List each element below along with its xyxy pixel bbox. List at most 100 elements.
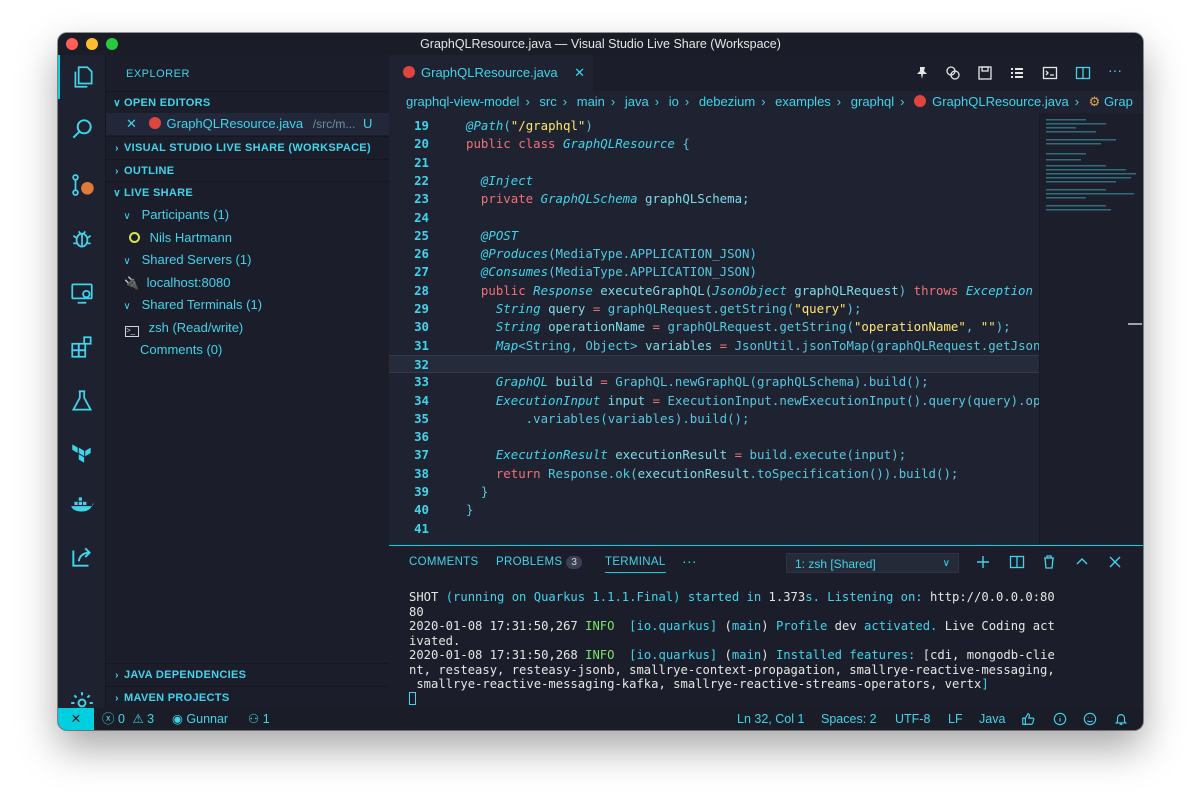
shared-servers-group[interactable]: ∨ Shared Servers (1)	[106, 249, 389, 271]
code-line[interactable]: 37 ExecutionResult executionResult = bui…	[389, 446, 1039, 464]
breadcrumb-item[interactable]: src	[539, 94, 556, 109]
files-icon[interactable]	[58, 55, 106, 99]
shared-server-item[interactable]: 🔌 localhost:8080	[106, 272, 389, 294]
breadcrumb: graphql-view-model › src › main › java › io ›…	[389, 91, 1143, 113]
trash-icon[interactable]	[1041, 554, 1057, 570]
java-dependencies-header[interactable]: › JAVA DEPENDENCIES	[106, 663, 389, 685]
thumbs-up-icon[interactable]	[1021, 712, 1035, 726]
code-line[interactable]: 25 @POST	[389, 227, 1039, 245]
workspace-header[interactable]: › VISUAL STUDIO LIVE SHARE (WORKSPACE)	[106, 136, 389, 158]
tab-terminal[interactable]: TERMINAL	[605, 556, 666, 573]
terminal-output[interactable]: SHOT (running on Quarkus 1.1.1.Final) st…	[409, 590, 1055, 706]
code-line[interactable]: 23 private GraphQLSchema graphQLSchema;	[389, 190, 1039, 208]
editor-tab[interactable]: GraphQLResource.java ✕	[389, 55, 593, 91]
participants-group[interactable]: ∨ Participants (1)	[106, 204, 389, 226]
breadcrumb-item[interactable]: Grap	[1104, 94, 1133, 109]
breadcrumb-item[interactable]: GraphQLResource.java	[932, 94, 1069, 109]
encoding[interactable]: UTF-8	[895, 708, 930, 730]
indentation[interactable]: Spaces: 2	[821, 708, 877, 730]
java-file-icon	[403, 66, 415, 78]
comments-item[interactable]: Comments (0)	[106, 339, 389, 361]
breadcrumb-item[interactable]: java	[625, 94, 649, 109]
cursor-position[interactable]: Ln 32, Col 1	[737, 708, 804, 730]
code-line[interactable]: 36	[389, 428, 1039, 446]
debug-icon[interactable]	[58, 217, 106, 261]
search-icon[interactable]	[58, 107, 106, 151]
shared-terminal-item[interactable]: >_ zsh (Read/write)	[106, 317, 389, 339]
breadcrumb-item[interactable]: examples	[775, 94, 831, 109]
language-mode[interactable]: Java	[979, 708, 1005, 730]
save-icon[interactable]	[977, 65, 993, 81]
maximize-window-button[interactable]	[106, 38, 118, 50]
extensions-icon[interactable]	[58, 325, 106, 369]
code-line[interactable]: 28 public Response executeGraphQL(JsonOb…	[389, 282, 1039, 300]
code-line[interactable]: 40}	[389, 501, 1039, 519]
breadcrumb-item[interactable]: io	[669, 94, 679, 109]
code-line[interactable]: 26 @Produces(MediaType.APPLICATION_JSON)	[389, 245, 1039, 263]
minimize-window-button[interactable]	[86, 38, 98, 50]
code-line[interactable]: 31 Map<String, Object> variables = JsonU…	[389, 337, 1039, 355]
remote-explorer-icon[interactable]	[58, 271, 106, 315]
code-editor[interactable]: 19 @Path("/graphql") 20 public class GraphQ…	[389, 113, 1039, 575]
breadcrumb-item[interactable]: graphql-view-model	[406, 94, 519, 109]
feedback-smiley-icon[interactable]	[1083, 712, 1097, 726]
end-of-line[interactable]: LF	[948, 708, 963, 730]
code-text: ExecutionResult executionResult = build.…	[495, 447, 907, 463]
open-changes-icon[interactable]	[945, 65, 961, 81]
terraform-icon[interactable]	[58, 431, 106, 475]
plug-icon: 🔌	[124, 276, 139, 290]
code-line[interactable]: 39 }	[389, 483, 1039, 501]
open-editors-header[interactable]: ∨ OPEN EDITORS	[106, 91, 389, 113]
close-panel-icon[interactable]	[1107, 554, 1123, 570]
info-icon[interactable]	[1053, 712, 1067, 726]
maven-projects-header[interactable]: › MAVEN PROJECTS	[106, 686, 389, 708]
split-editor-icon[interactable]	[1075, 65, 1091, 81]
more-actions-icon[interactable]: ···	[1108, 62, 1122, 78]
test-flask-icon[interactable]	[58, 379, 106, 423]
docker-icon[interactable]	[58, 483, 106, 527]
live-share-header[interactable]: ∨ LIVE SHARE	[106, 181, 389, 203]
pin-icon[interactable]	[914, 65, 930, 81]
source-control-icon[interactable]	[58, 163, 106, 207]
more-panels-icon[interactable]: ···	[682, 553, 697, 569]
participant-item[interactable]: Nils Hartmann	[106, 227, 389, 249]
remote-indicator[interactable]: ✕	[58, 708, 94, 730]
code-line[interactable]: 35 .variables(variables).build();	[389, 410, 1039, 428]
new-terminal-icon[interactable]	[975, 554, 991, 570]
live-share-icon[interactable]	[58, 535, 106, 579]
live-share-user[interactable]: ◉ Gunnar	[172, 708, 228, 730]
terminal-select[interactable]: 1: zsh [Shared] ∨	[786, 553, 959, 573]
code-line[interactable]: 30 String operationName = graphQLRequest…	[389, 318, 1039, 336]
minimap[interactable]	[1039, 113, 1143, 575]
maximize-panel-icon[interactable]	[1074, 554, 1090, 570]
close-tab-icon[interactable]: ✕	[574, 55, 585, 91]
breadcrumb-item[interactable]: debezium	[699, 94, 755, 109]
close-window-button[interactable]	[66, 38, 78, 50]
participants-status[interactable]: ⚇ 1	[248, 708, 270, 730]
code-line[interactable]: 32	[389, 354, 1039, 374]
tab-problems[interactable]: PROBLEMS 3	[496, 556, 583, 569]
code-line[interactable]: 19 @Path("/graphql")	[389, 117, 1039, 135]
code-line[interactable]: 38 return Response.ok(executionResult.to…	[389, 465, 1039, 483]
terminal-toggle-icon[interactable]	[1042, 65, 1058, 81]
tab-comments[interactable]: COMMENTS	[409, 556, 478, 568]
code-line[interactable]: 27 @Consumes(MediaType.APPLICATION_JSON)	[389, 263, 1039, 281]
shared-terminals-group[interactable]: ∨ Shared Terminals (1)	[106, 294, 389, 316]
breadcrumb-item[interactable]: main	[577, 94, 605, 109]
breadcrumb-item[interactable]: graphql	[851, 94, 894, 109]
split-terminal-icon[interactable]	[1009, 554, 1025, 570]
code-line[interactable]: 41	[389, 520, 1039, 538]
code-line[interactable]: 22 @Inject	[389, 172, 1039, 190]
outline-header[interactable]: › OUTLINE	[106, 159, 389, 181]
open-editor-item[interactable]: ✕ GraphQLResource.java /src/m... U	[106, 113, 389, 135]
list-icon[interactable]	[1009, 65, 1025, 81]
notifications-bell-icon[interactable]	[1114, 712, 1128, 726]
close-icon[interactable]: ✕	[126, 116, 137, 131]
code-line[interactable]: 33 GraphQL build = GraphQL.newGraphQL(gr…	[389, 373, 1039, 391]
code-line[interactable]: 21	[389, 154, 1039, 172]
code-line[interactable]: 24	[389, 209, 1039, 227]
code-line[interactable]: 34 ExecutionInput input = ExecutionInput…	[389, 392, 1039, 410]
code-line[interactable]: 29 String query = graphQLRequest.getStri…	[389, 300, 1039, 318]
code-line[interactable]: 20 public class GraphQLResource {	[389, 135, 1039, 153]
problems-status[interactable]: ⓧ 0 ⚠ 3	[102, 708, 154, 730]
